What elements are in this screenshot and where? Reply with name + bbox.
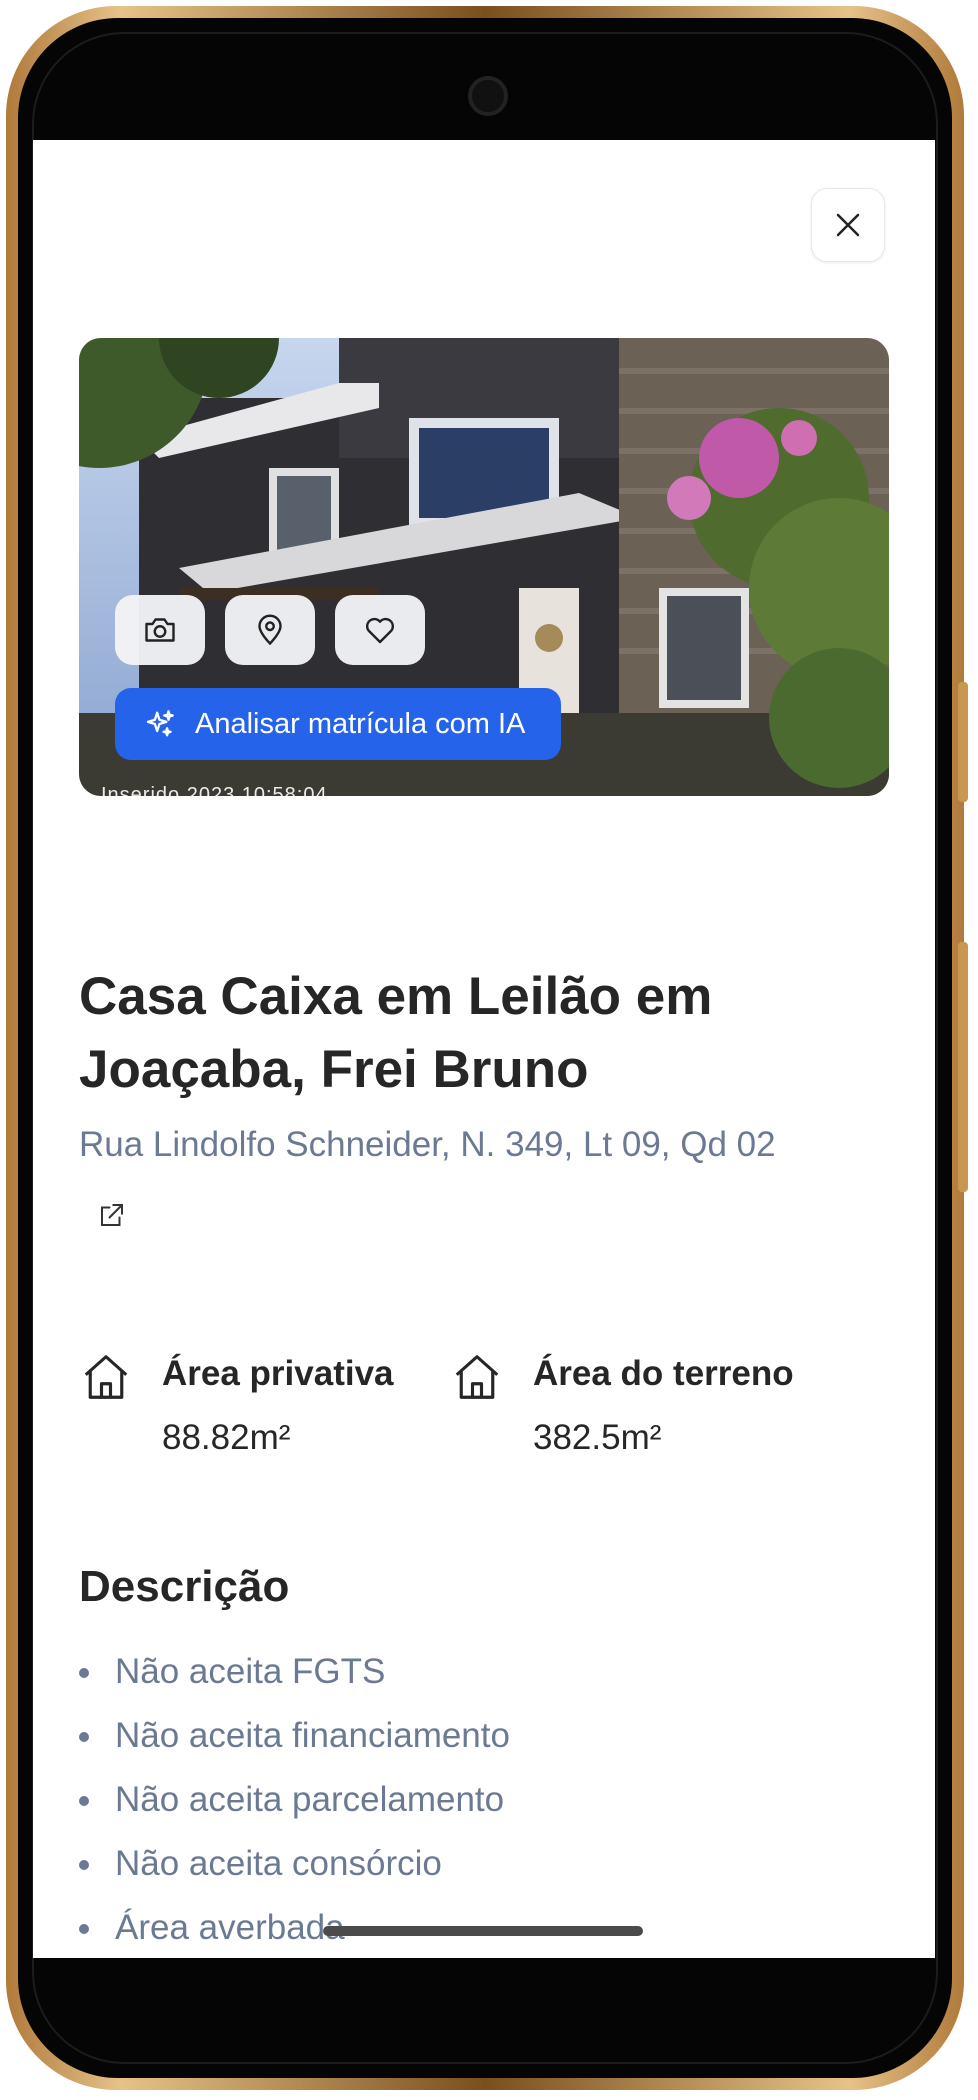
close-icon — [836, 213, 860, 237]
list-item: Não aceita parcelamento — [79, 1768, 510, 1832]
property-address: Rua Lindolfo Schneider, N. 349, Lt 09, Q… — [79, 1125, 776, 1164]
volume-button — [958, 682, 968, 802]
home-icon — [84, 1355, 128, 1399]
photos-button[interactable] — [115, 595, 205, 665]
feature-label: Área do terreno — [533, 1354, 794, 1393]
feature-label: Área privativa — [162, 1354, 394, 1393]
favorite-button[interactable] — [335, 595, 425, 665]
sparkles-icon — [143, 707, 177, 741]
feature-value: 382.5m² — [533, 1418, 662, 1457]
list-item: Não aceita consórcio — [79, 1832, 510, 1896]
home-indicator[interactable] — [323, 1926, 643, 1936]
map-pin-icon — [258, 614, 282, 646]
modal-screen: Analisar matrícula com IA Inserido 2023 … — [33, 140, 935, 1958]
heart-icon — [366, 617, 394, 644]
analyze-ai-button[interactable]: Analisar matrícula com IA — [115, 688, 561, 760]
analyze-ai-label: Analisar matrícula com IA — [195, 707, 526, 740]
front-camera — [468, 76, 508, 116]
home-icon — [455, 1355, 499, 1399]
camera-icon — [145, 618, 175, 642]
description-heading: Descrição — [79, 1562, 290, 1611]
property-title: Casa Caixa em Leilão em Joaçaba, Frei Br… — [79, 967, 713, 1099]
location-button[interactable] — [225, 595, 315, 665]
power-button — [958, 942, 968, 1192]
photo-caption: Inserido 2023 10:58:04 — [101, 784, 328, 796]
close-button[interactable] — [811, 188, 885, 262]
phone-frame: Analisar matrícula com IA Inserido 2023 … — [6, 6, 968, 2090]
open-address-link[interactable] — [97, 1200, 127, 1235]
feature-value: 88.82m² — [162, 1418, 291, 1457]
external-link-icon — [101, 1204, 123, 1226]
description-list: Não aceita FGTS Não aceita financiamento… — [79, 1640, 510, 1958]
list-item: Não aceita FGTS — [79, 1640, 510, 1704]
property-photo[interactable]: Analisar matrícula com IA Inserido 2023 … — [79, 338, 889, 796]
list-item: Não aceita financiamento — [79, 1704, 510, 1768]
